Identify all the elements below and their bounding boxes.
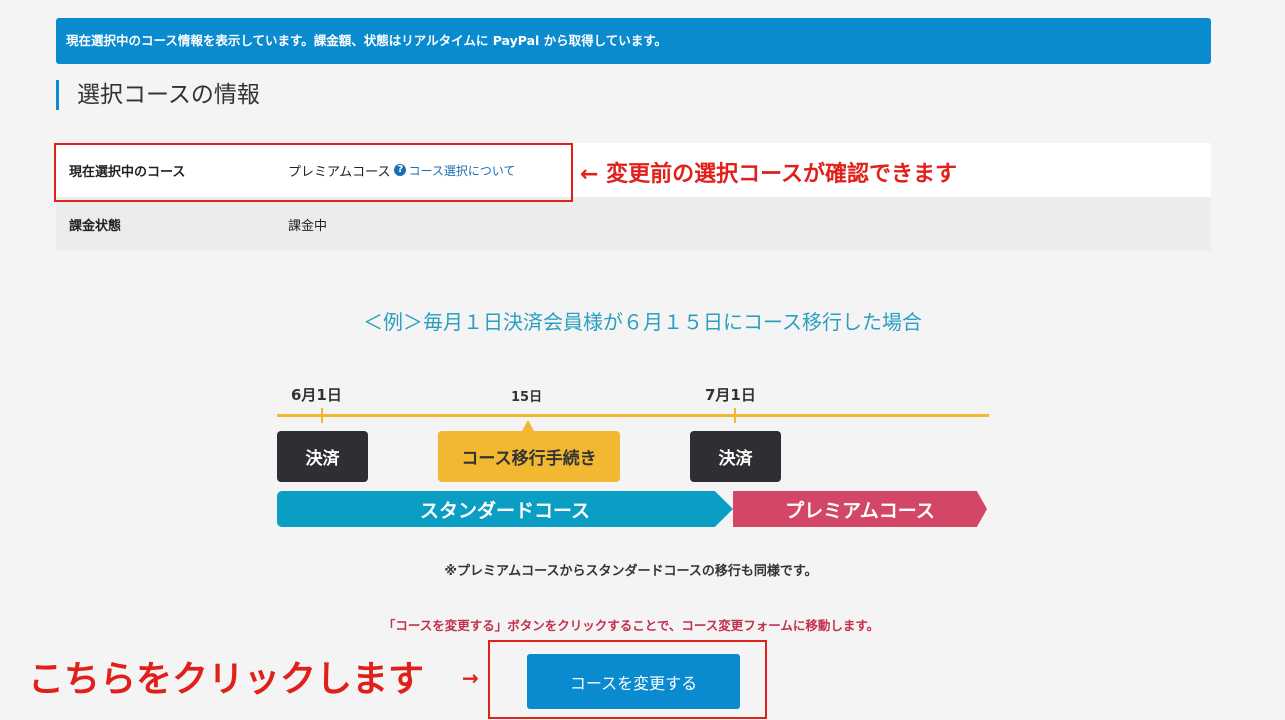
- annotation-click-arrow: →: [462, 666, 479, 690]
- example-title: ＜例＞毎月１日決済会員様が６月１５日にコース移行した場合: [363, 310, 922, 334]
- instruction-text: 「コースを変更する」ボタンをクリックすることで、コース変更フォームに移動します。: [382, 618, 880, 633]
- table-row-billing-status: 課金状態 課金中: [56, 197, 1211, 251]
- transition-box: コース移行手続き: [438, 431, 620, 482]
- annotation-confirm: ← 変更前の選択コースが確認できます: [580, 162, 957, 187]
- timeline-tick-end: [734, 408, 736, 423]
- change-course-button[interactable]: コースを変更する: [527, 654, 740, 709]
- timeline-caret-mid: [522, 420, 534, 431]
- timeline-diagram: 6月1日 15日 7月1日 決済 コース移行手続き 決済 スタンダードコース プ…: [277, 380, 997, 540]
- timeline-tick-start: [321, 408, 323, 423]
- date-label-end: 7月1日: [705, 386, 756, 404]
- migration-note: ※プレミアムコースからスタンダードコースの移行も同様です。: [444, 564, 818, 579]
- payment-box-start: 決済: [277, 431, 368, 482]
- section-title: 選択コースの情報: [56, 80, 260, 110]
- billing-status-label: 課金状態: [69, 218, 122, 234]
- info-banner: 現在選択中のコース情報を表示しています。課金額、状態はリアルタイムに PayPa…: [56, 18, 1211, 64]
- timeline-line: [277, 414, 989, 417]
- premium-course-bar: プレミアムコース: [733, 491, 987, 527]
- billing-status-value: 課金中: [288, 218, 328, 234]
- date-label-mid: 15日: [511, 390, 543, 405]
- date-label-start: 6月1日: [291, 386, 342, 404]
- standard-course-bar: スタンダードコース: [277, 491, 733, 527]
- payment-box-end: 決済: [690, 431, 781, 482]
- highlight-box-current-course: [54, 143, 573, 202]
- annotation-click-here: こちらをクリックします: [28, 659, 425, 700]
